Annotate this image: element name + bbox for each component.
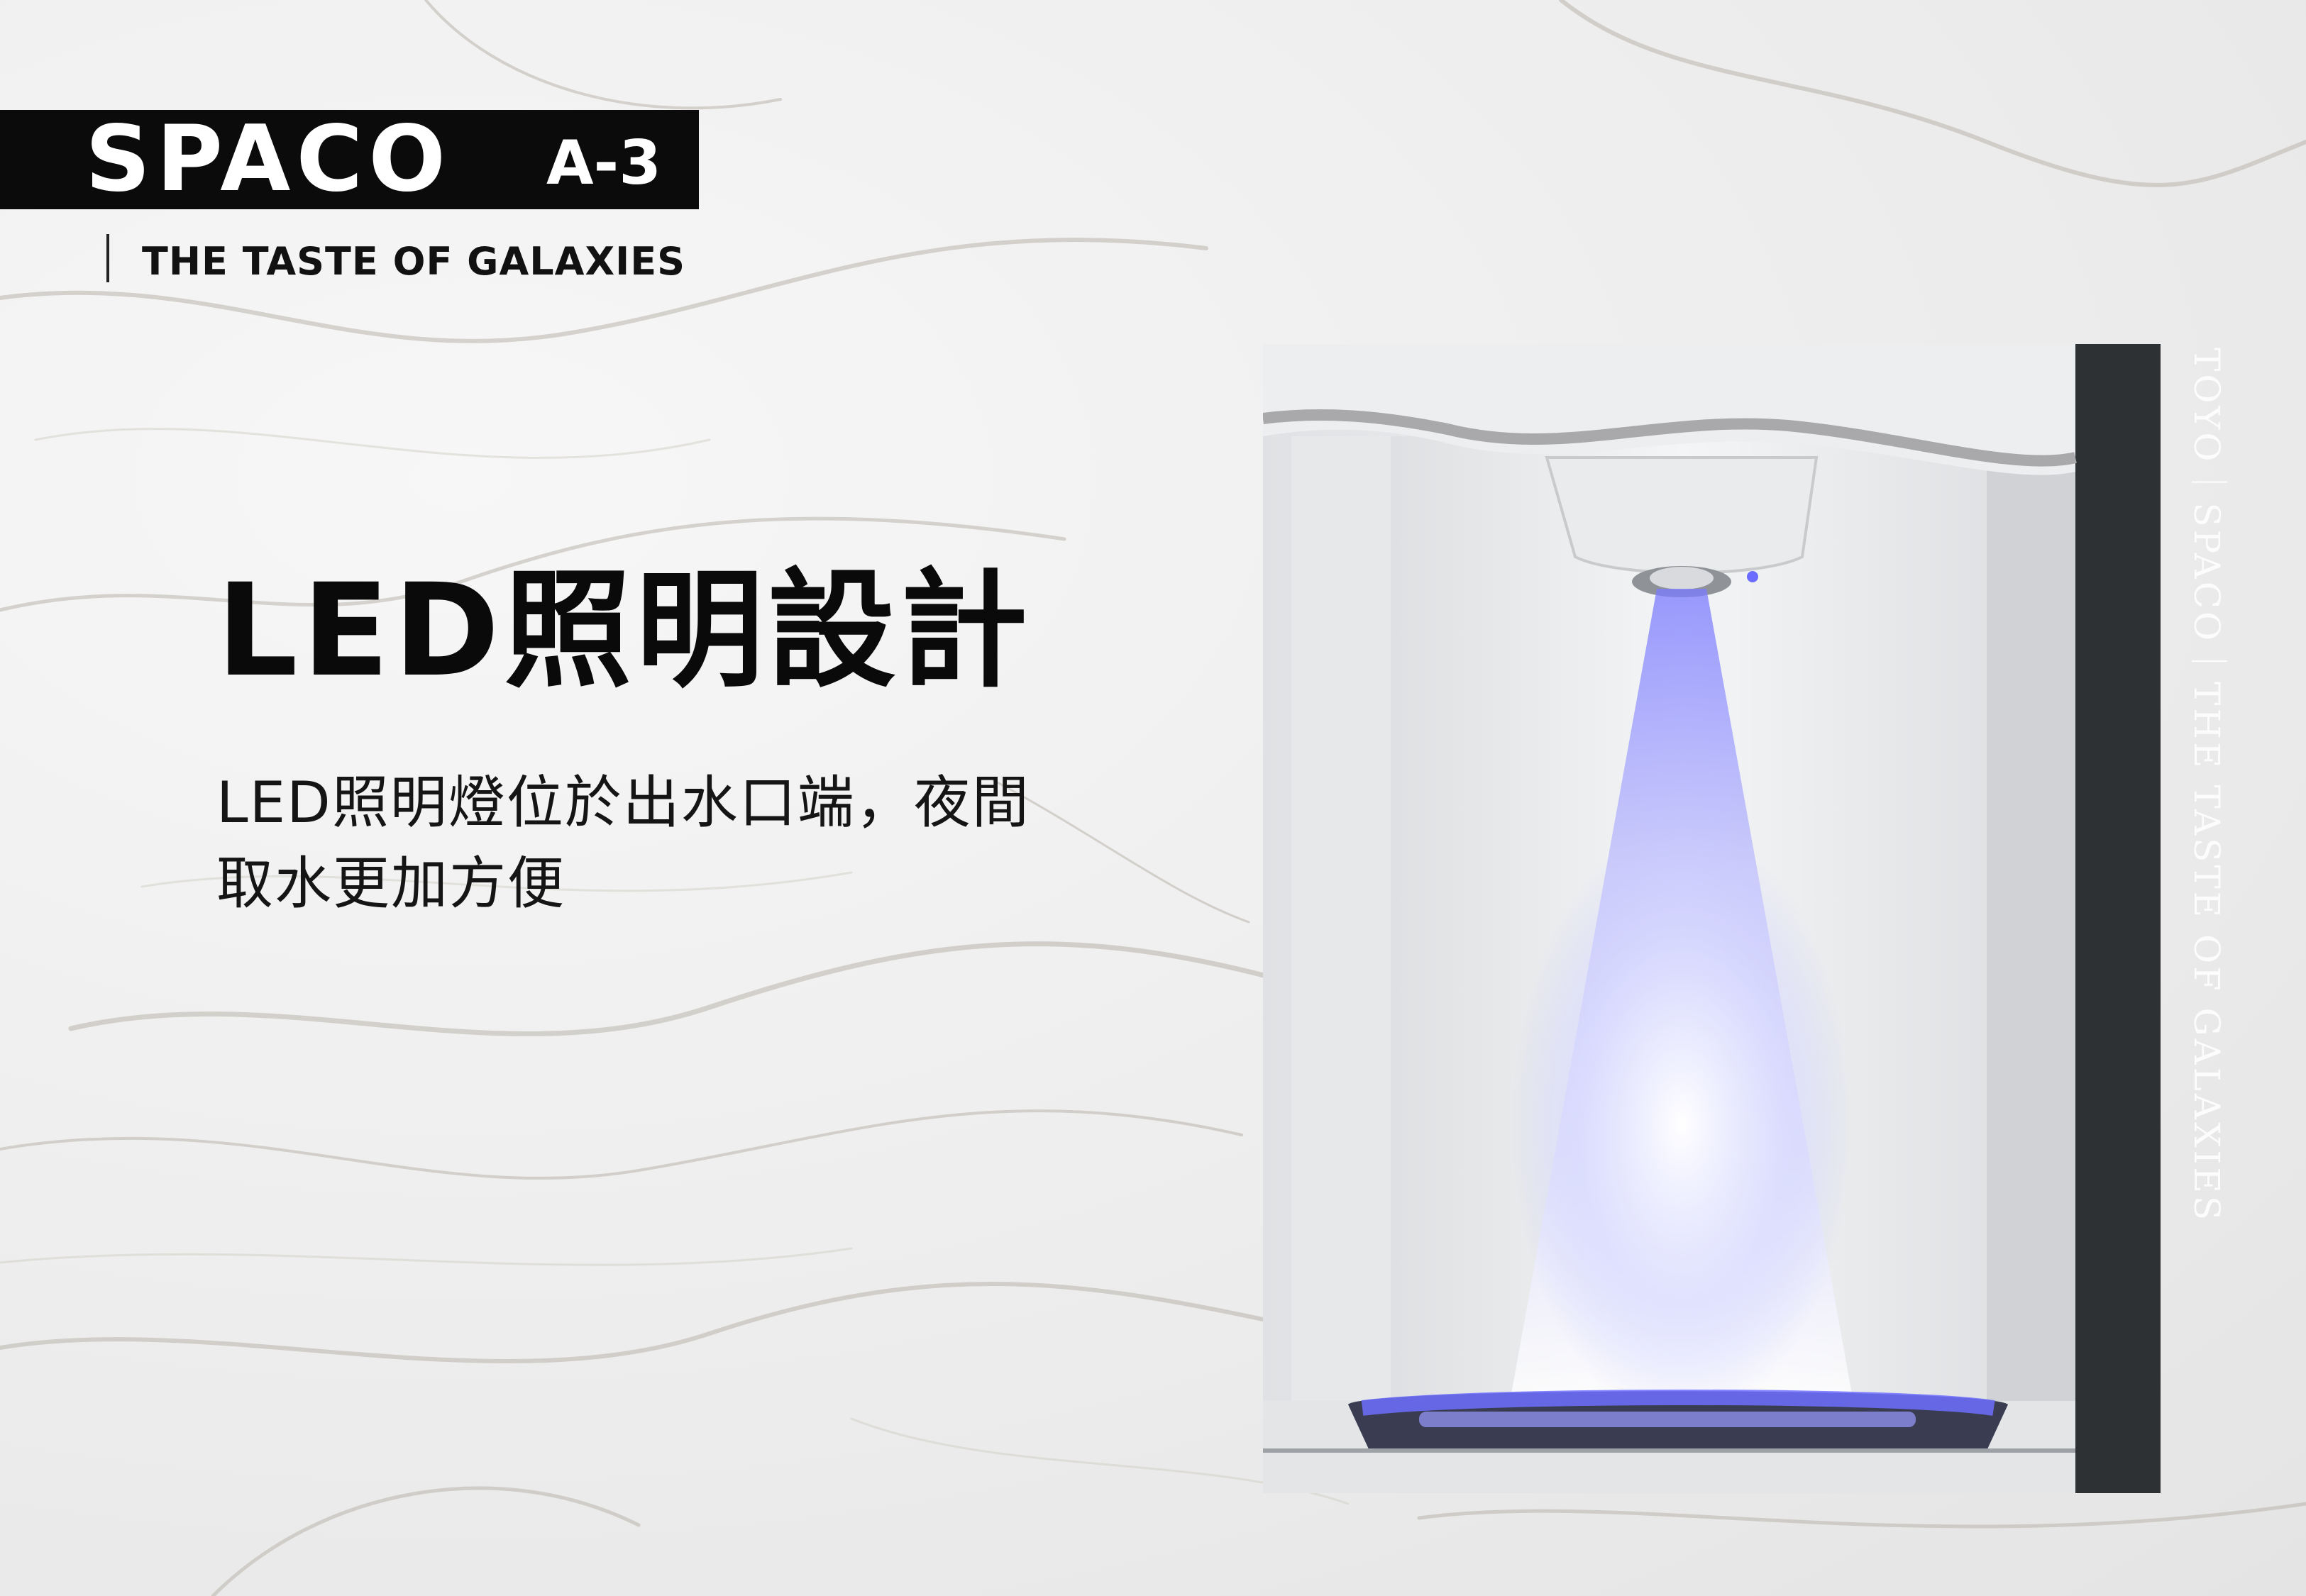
feature-description-line-1: LED照明燈位於出水口端，夜間 — [216, 770, 1030, 836]
side-caption: TOYO｜SPACO｜THE TASTE OF GALAXIES — [2186, 348, 2227, 1224]
brand-tagline: THE TASTE OF GALAXIES — [142, 239, 685, 284]
water-dispenser-icon — [1263, 344, 2161, 1493]
model-label: A-3 — [546, 128, 662, 199]
feature-description-line-2: 取水更加方便 — [216, 850, 566, 916]
tagline-divider — [106, 234, 109, 282]
product-image — [1263, 344, 2161, 1493]
feature-heading: LED照明設計 — [216, 557, 1032, 705]
brand-logo: SPACO — [85, 106, 452, 212]
feature-description: LED照明燈位於出水口端，夜間 取水更加方便 — [216, 763, 1139, 924]
